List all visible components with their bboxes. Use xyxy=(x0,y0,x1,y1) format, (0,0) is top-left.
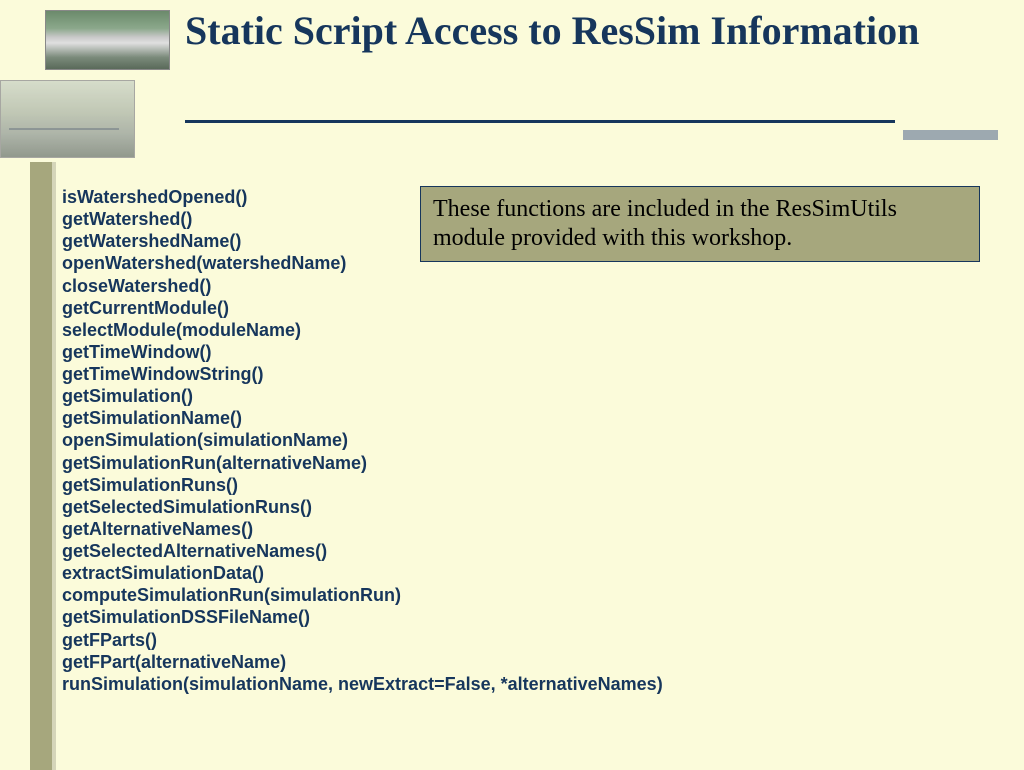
function-item: getCurrentModule() xyxy=(62,297,663,319)
function-item: closeWatershed() xyxy=(62,275,663,297)
title-underline xyxy=(185,120,895,123)
function-item: getSimulationRun(alternativeName) xyxy=(62,452,663,474)
function-list: isWatershedOpened()getWatershed()getWate… xyxy=(62,186,663,695)
function-item: getFPart(alternativeName) xyxy=(62,651,663,673)
function-item: getSelectedSimulationRuns() xyxy=(62,496,663,518)
function-item: getSimulation() xyxy=(62,385,663,407)
function-item: getTimeWindowString() xyxy=(62,363,663,385)
function-item: getSimulationRuns() xyxy=(62,474,663,496)
function-item: computeSimulationRun(simulationRun) xyxy=(62,584,663,606)
function-item: getAlternativeNames() xyxy=(62,518,663,540)
function-item: extractSimulationData() xyxy=(62,562,663,584)
sidebar-bar xyxy=(30,162,52,770)
chart-overlay-photo xyxy=(0,80,135,158)
function-item: selectModule(moduleName) xyxy=(62,319,663,341)
title-accent xyxy=(903,130,998,140)
sidebar-shadow xyxy=(52,162,56,770)
function-item: getSimulationName() xyxy=(62,407,663,429)
function-item: runSimulation(simulationName, newExtract… xyxy=(62,673,663,695)
function-item: getSimulationDSSFileName() xyxy=(62,606,663,628)
function-item: openSimulation(simulationName) xyxy=(62,429,663,451)
function-item: getTimeWindow() xyxy=(62,341,663,363)
note-box: These functions are included in the ResS… xyxy=(420,186,980,262)
function-item: getFParts() xyxy=(62,629,663,651)
dam-photo xyxy=(45,10,170,70)
slide-title: Static Script Access to ResSim Informati… xyxy=(185,8,919,54)
function-item: getSelectedAlternativeNames() xyxy=(62,540,663,562)
